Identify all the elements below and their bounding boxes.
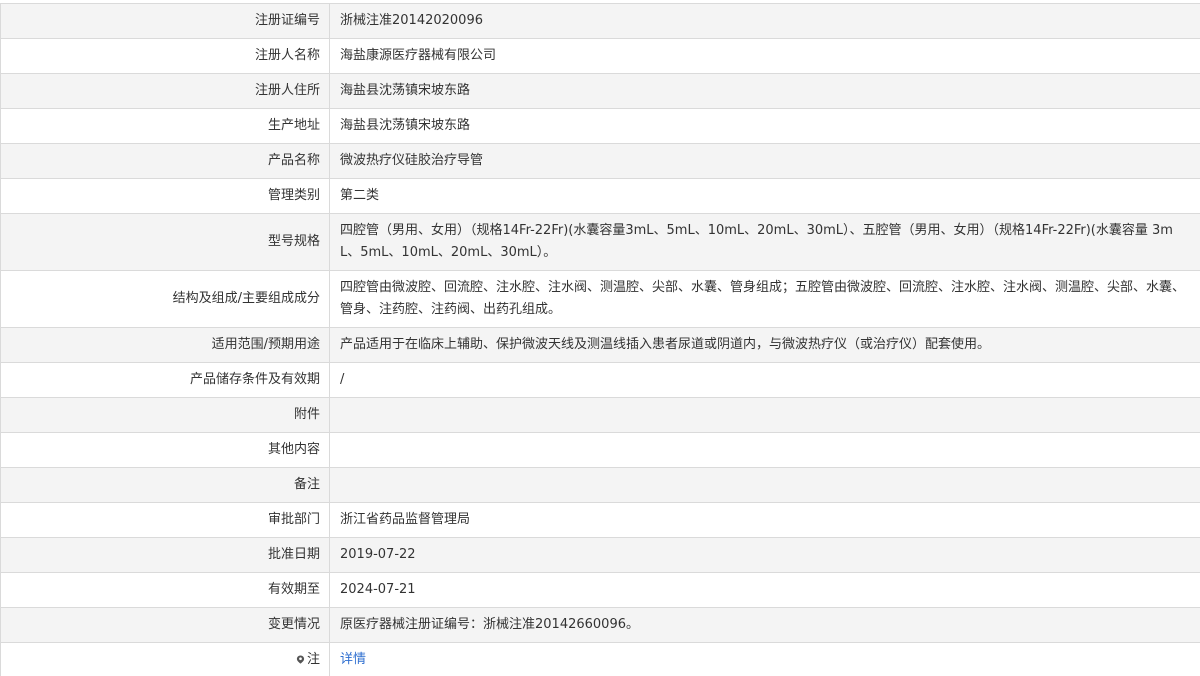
row-value: 原医疗器械注册证编号：浙械注准20142660096。: [329, 607, 1200, 643]
row-value: 浙械注准20142020096: [329, 3, 1200, 39]
row-value: [329, 467, 1200, 503]
row-attachments: 附件: [0, 397, 1200, 433]
row-product-name: 产品名称 微波热疗仪硅胶治疗导管: [0, 143, 1200, 179]
row-value: 海盐康源医疗器械有限公司: [329, 38, 1200, 74]
row-other-content: 其他内容: [0, 432, 1200, 468]
row-remarks: 备注: [0, 467, 1200, 503]
row-label: 批准日期: [0, 537, 330, 573]
row-label: 审批部门: [0, 502, 330, 538]
row-label: 结构及组成/主要组成成分: [0, 270, 330, 328]
row-value: /: [329, 362, 1200, 398]
row-label: 注册人住所: [0, 73, 330, 109]
row-label: 管理类别: [0, 178, 330, 214]
row-label: 生产地址: [0, 108, 330, 144]
row-label: 备注: [0, 467, 330, 503]
row-value: [329, 397, 1200, 433]
row-label: 型号规格: [0, 213, 330, 271]
row-value: [329, 432, 1200, 468]
row-value: 四腔管（男用、女用）（规格14Fr-22Fr)(水囊容量3mL、5mL、10mL…: [329, 213, 1200, 271]
row-approval-date: 批准日期 2019-07-22: [0, 537, 1200, 573]
row-label: 变更情况: [0, 607, 330, 643]
row-production-address: 生产地址 海盐县沈荡镇宋坡东路: [0, 108, 1200, 144]
note-label-cell: 注: [0, 642, 330, 676]
row-value: 2019-07-22: [329, 537, 1200, 573]
row-label: 注册人名称: [0, 38, 330, 74]
row-structure-composition: 结构及组成/主要组成成分 四腔管由微波腔、回流腔、注水腔、注水阀、测温腔、尖部、…: [0, 270, 1200, 328]
row-model-spec: 型号规格 四腔管（男用、女用）（规格14Fr-22Fr)(水囊容量3mL、5mL…: [0, 213, 1200, 271]
row-label: 适用范围/预期用途: [0, 327, 330, 363]
row-value: 海盐县沈荡镇宋坡东路: [329, 108, 1200, 144]
row-storage-validity: 产品储存条件及有效期 /: [0, 362, 1200, 398]
note-value-cell: 详情: [329, 642, 1200, 676]
row-label: 产品储存条件及有效期: [0, 362, 330, 398]
row-approval-department: 审批部门 浙江省药品监督管理局: [0, 502, 1200, 538]
row-registration-number: 注册证编号 浙械注准20142020096: [0, 3, 1200, 39]
row-valid-until: 有效期至 2024-07-21: [0, 572, 1200, 608]
row-label: 附件: [0, 397, 330, 433]
row-value: 产品适用于在临床上辅助、保护微波天线及测温线插入患者尿道或阴道内，与微波热疗仪（…: [329, 327, 1200, 363]
row-intended-use: 适用范围/预期用途 产品适用于在临床上辅助、保护微波天线及测温线插入患者尿道或阴…: [0, 327, 1200, 363]
note-label: 注: [306, 652, 320, 667]
row-label: 产品名称: [0, 143, 330, 179]
details-link[interactable]: 详情: [340, 652, 366, 667]
registration-info-table: 注册证编号 浙械注准20142020096 注册人名称 海盐康源医疗器械有限公司…: [0, 3, 1200, 676]
row-registrant-address: 注册人住所 海盐县沈荡镇宋坡东路: [0, 73, 1200, 109]
row-label: 有效期至: [0, 572, 330, 608]
row-value: 微波热疗仪硅胶治疗导管: [329, 143, 1200, 179]
map-pin-icon: [296, 655, 305, 664]
row-change-info: 变更情况 原医疗器械注册证编号：浙械注准20142660096。: [0, 607, 1200, 643]
row-note: 注 详情: [0, 642, 1200, 676]
row-label: 注册证编号: [0, 3, 330, 39]
row-value: 海盐县沈荡镇宋坡东路: [329, 73, 1200, 109]
row-label: 其他内容: [0, 432, 330, 468]
row-registrant-name: 注册人名称 海盐康源医疗器械有限公司: [0, 38, 1200, 74]
registration-detail-page: 注册证编号 浙械注准20142020096 注册人名称 海盐康源医疗器械有限公司…: [0, 0, 1200, 676]
row-management-category: 管理类别 第二类: [0, 178, 1200, 214]
row-value: 四腔管由微波腔、回流腔、注水腔、注水阀、测温腔、尖部、水囊、管身组成；五腔管由微…: [329, 270, 1200, 328]
row-value: 2024-07-21: [329, 572, 1200, 608]
row-value: 浙江省药品监督管理局: [329, 502, 1200, 538]
row-value: 第二类: [329, 178, 1200, 214]
